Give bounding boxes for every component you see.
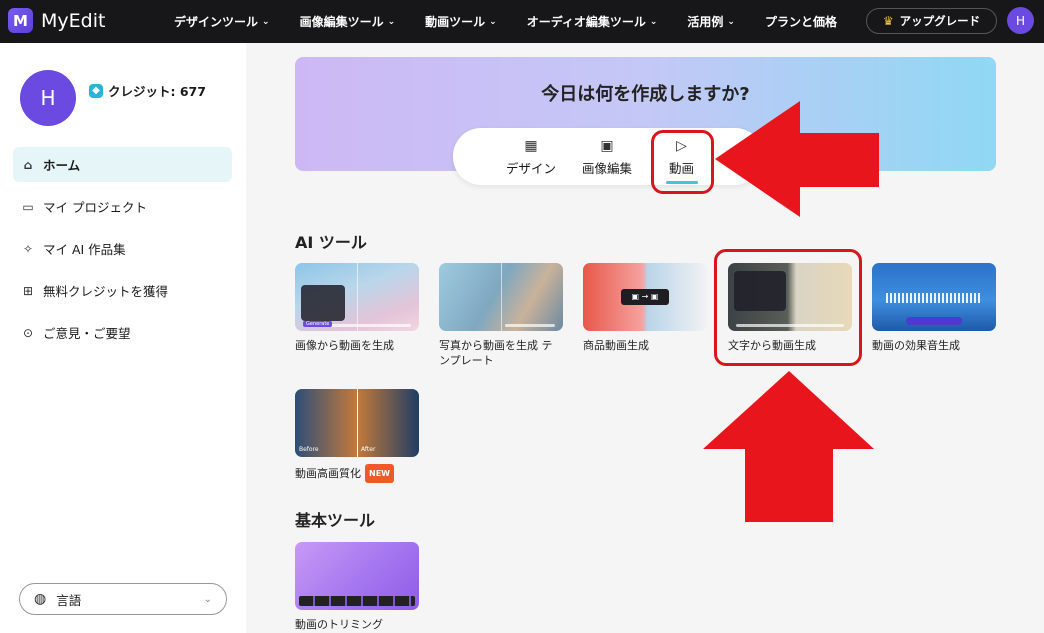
filmstrip [299, 596, 415, 606]
gift-icon: ⊞ [22, 283, 34, 298]
before-label: Before [299, 446, 319, 453]
split-divider [357, 263, 358, 331]
generate-sound-chip [906, 317, 962, 325]
up-pointing-arrow [703, 371, 874, 522]
tab-image-edit[interactable]: ▣ 画像編集 [582, 138, 632, 177]
folder-icon: ▭ [22, 199, 34, 214]
upgrade-label: アップグレード [899, 14, 981, 28]
sidebar-item-feedback[interactable]: ⊙ ご意見・ご要望 [13, 315, 232, 350]
profile-avatar[interactable]: H [20, 70, 76, 126]
generate-chip: Generate [303, 321, 333, 327]
sidebar-item-label: 無料クレジットを獲得 [43, 284, 169, 299]
tool-card-label: 商品動画生成 [583, 339, 649, 352]
home-icon: ⌂ [23, 157, 33, 172]
prompt-panel [301, 285, 345, 321]
sidebar-item-label: マイ AI 作品集 [43, 242, 126, 257]
tool-card-image-to-video[interactable]: Generate 画像から動画を生成 [295, 263, 419, 353]
tab-label: 画像編集 [582, 161, 633, 176]
left-pointing-arrow [715, 101, 879, 217]
tab-label: デザイン [506, 161, 557, 176]
nav-label: プランと価格 [764, 15, 837, 29]
credit-display: ◆ クレジット: 677 [89, 81, 206, 100]
highlight-video-tab [651, 130, 714, 194]
sparkle-icon: ✧ [22, 241, 34, 256]
sidebar-item-home[interactable]: ⌂ ホーム [13, 147, 232, 182]
sidebar-item-label: ご意見・ご要望 [43, 326, 131, 341]
tool-card-video-trim[interactable]: 動画のトリミング [295, 542, 419, 632]
feedback-icon: ⊙ [22, 325, 34, 340]
language-select[interactable]: ◍ 言語 ⌄ [19, 583, 227, 615]
credit-label: クレジット: 677 [108, 84, 206, 99]
tool-card-video-enhance[interactable]: Before After 動画高画質化 NEW [295, 389, 419, 483]
nav-label: オーディオ編集ツール [526, 15, 646, 29]
tool-thumbnail [295, 542, 419, 610]
nav-image-tools[interactable]: 画像編集ツール ⌄ [300, 13, 396, 30]
sidebar-item-my-ai-gallery[interactable]: ✧ マイ AI 作品集 [13, 231, 232, 266]
tool-thumbnail: Generate [295, 263, 419, 331]
top-navigation-bar: M MyEdit デザインツール ⌄ 画像編集ツール ⌄ 動画ツール ⌄ オーディオ編… [0, 0, 1044, 43]
sidebar-item-free-credits[interactable]: ⊞ 無料クレジットを獲得 [13, 273, 232, 308]
sidebar-item-my-projects[interactable]: ▭ マイ プロジェクト [13, 189, 232, 224]
globe-icon: ◍ [34, 591, 47, 607]
main-nav: デザインツール ⌄ 画像編集ツール ⌄ 動画ツール ⌄ オーディオ編集ツール ⌄ 活用例… [174, 0, 867, 43]
tool-card-label: 動画のトリミング [295, 618, 383, 631]
tool-card-label-text: 動画高画質化 [295, 467, 361, 480]
highlight-text-to-video [714, 249, 862, 366]
nav-design-tools[interactable]: デザインツール ⌄ [174, 13, 270, 30]
nav-pricing[interactable]: プランと価格 [765, 13, 837, 30]
tool-card-label: 動画高画質化 NEW [295, 464, 419, 483]
tool-thumbnail: Before After [295, 389, 419, 457]
tool-card-label: 写真から動画を生成 テンプレート [439, 339, 553, 367]
after-label: After [361, 446, 376, 453]
sidebar-menu: ⌂ ホーム ▭ マイ プロジェクト ✧ マイ AI 作品集 ⊞ 無料クレジットを… [13, 147, 232, 357]
split-divider [357, 389, 358, 457]
myedit-logo-icon: M [8, 8, 33, 33]
banner-title: 今日は何を作成しますか? [541, 84, 750, 105]
basic-tools-title: 基本ツール [295, 511, 376, 530]
tool-thumbnail: ▣ → ▣ [583, 263, 707, 331]
tool-thumbnail [872, 263, 996, 331]
upgrade-button[interactable]: ♛ アップグレード [866, 8, 997, 34]
credit-icon: ◆ [89, 83, 103, 98]
logo[interactable]: M MyEdit [8, 8, 105, 33]
tool-card-label: 動画の効果音生成 [872, 339, 960, 352]
chevron-down-icon: ⌄ [262, 16, 270, 27]
logo-text: MyEdit [41, 9, 106, 32]
tool-card-product-video[interactable]: ▣ → ▣ 商品動画生成 [583, 263, 707, 353]
chevron-down-icon: ⌄ [649, 16, 658, 27]
nav-video-tools[interactable]: 動画ツール ⌄ [425, 13, 497, 30]
tool-card-label: 画像から動画を生成 [295, 339, 394, 352]
nav-label: 動画ツール [425, 15, 486, 29]
tool-thumbnail [439, 263, 563, 331]
sidebar: H ◆ クレジット: 677 ⌂ ホーム ▭ マイ プロジェクト ✧ マイ AI… [0, 43, 246, 633]
sidebar-item-label: マイ プロジェクト [43, 200, 147, 215]
language-label: 言語 [56, 592, 82, 608]
image-icon: ▣ [600, 138, 614, 154]
user-avatar[interactable]: H [1007, 7, 1034, 34]
tool-card-video-sound-effects[interactable]: 動画の効果音生成 [872, 263, 996, 353]
nav-label: 活用例 [687, 15, 724, 29]
nav-use-cases[interactable]: 活用例 ⌄ [687, 13, 735, 30]
sidebar-item-label: ホーム [43, 158, 81, 173]
nav-label: デザインツール [174, 15, 259, 29]
chevron-down-icon: ⌄ [489, 16, 497, 27]
design-icon: ▦ [524, 138, 538, 154]
split-divider [501, 263, 502, 331]
convert-arrow-chip: ▣ → ▣ [621, 289, 669, 305]
chevron-down-icon: ⌄ [387, 16, 396, 27]
tab-design[interactable]: ▦ デザイン [506, 138, 556, 177]
chevron-down-icon: ⌄ [727, 16, 735, 27]
waveform [886, 293, 982, 303]
crown-icon: ♛ [882, 14, 894, 28]
tool-card-photo-to-video-template[interactable]: 写真から動画を生成 テンプレート [439, 263, 563, 368]
ai-tools-title: AI ツール [295, 233, 367, 252]
play-progress-bar [505, 324, 555, 327]
nav-audio-tools[interactable]: オーディオ編集ツール ⌄ [527, 13, 658, 30]
nav-label: 画像編集ツール [299, 15, 384, 29]
new-badge: NEW [365, 464, 394, 483]
chevron-down-icon: ⌄ [203, 593, 212, 605]
